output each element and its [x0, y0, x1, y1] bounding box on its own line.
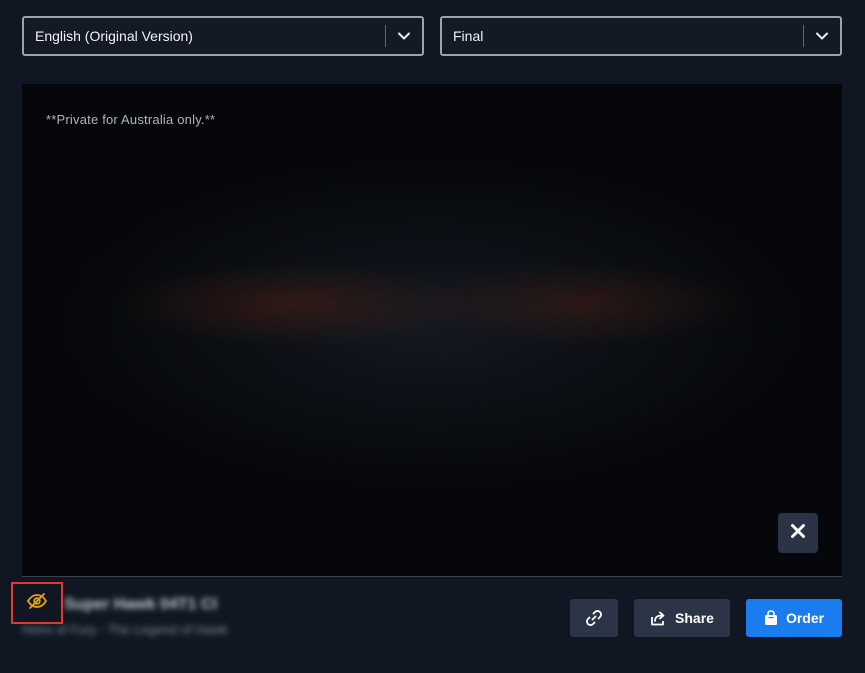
player-progress-track[interactable] [22, 576, 842, 577]
chevron-down-icon[interactable] [804, 18, 840, 54]
chevron-down-icon[interactable] [386, 18, 422, 54]
title-info: Super Hawk 04T1 CI Heirs of Fury - The L… [22, 592, 302, 650]
copy-link-button[interactable] [570, 599, 618, 637]
share-icon [650, 611, 667, 626]
link-icon [585, 609, 603, 627]
close-icon [790, 523, 806, 544]
subtitle-text: Heirs of Fury - The Legend of Hawk [22, 622, 228, 637]
private-notice: **Private for Australia only.** [46, 112, 216, 127]
eye-off-icon [26, 592, 48, 615]
language-select[interactable]: English (Original Version) [22, 16, 424, 56]
share-button[interactable]: Share [634, 599, 730, 637]
shopping-bag-icon [764, 610, 778, 626]
version-select[interactable]: Final [440, 16, 842, 56]
order-button[interactable]: Order [746, 599, 842, 637]
version-select-value: Final [453, 28, 484, 44]
order-label: Order [785, 610, 825, 626]
share-label: Share [675, 610, 714, 626]
language-select-value: English (Original Version) [35, 28, 193, 44]
video-player[interactable]: **Private for Australia only.** [22, 84, 842, 576]
title-text: Super Hawk 04T1 CI [64, 596, 217, 613]
close-button[interactable] [778, 513, 818, 553]
visibility-toggle[interactable] [11, 582, 63, 624]
video-frame [22, 84, 842, 576]
